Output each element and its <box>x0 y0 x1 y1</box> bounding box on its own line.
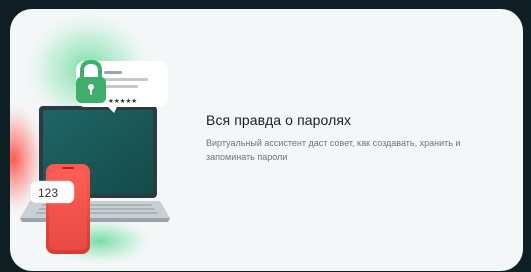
phone-icon <box>46 164 90 254</box>
code-bubble: 123 <box>29 180 75 204</box>
password-illustration: ★★★★★ 123 <box>10 9 170 267</box>
rating-stars: ★★★★★ <box>108 97 137 105</box>
banner-description: Виртуальный ассистент даст совет, как со… <box>206 138 461 162</box>
banner-text: Вся правда о паролях Виртуальный ассисте… <box>206 111 516 164</box>
banner-title: Вся правда о паролях <box>206 112 352 128</box>
laptop-icon <box>20 106 170 222</box>
promo-banner[interactable]: ★★★★★ 123 Вся правда о паролях Виртуальн… <box>10 9 523 271</box>
phone-code: 123 <box>38 186 58 200</box>
